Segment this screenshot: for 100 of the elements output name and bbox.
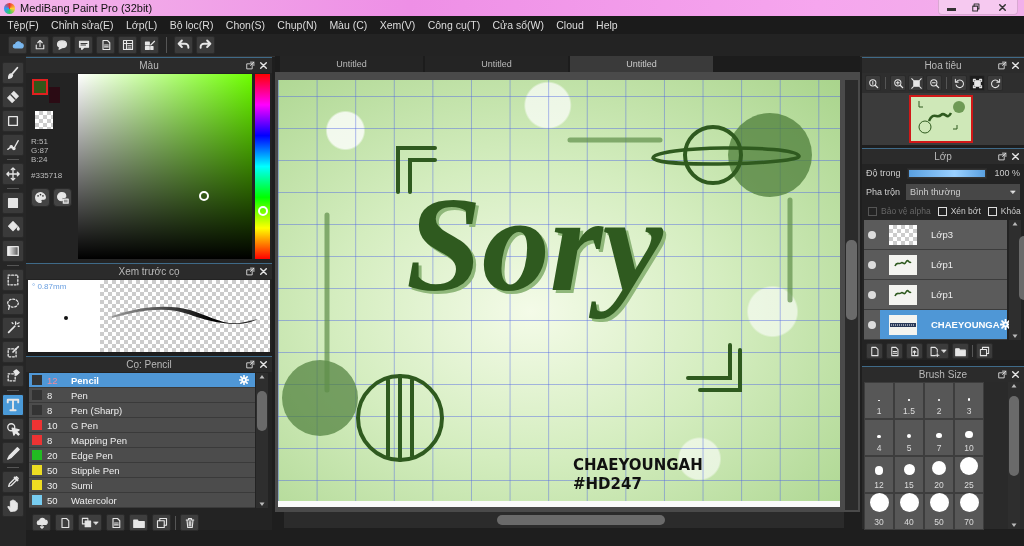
menu-item[interactable]: Lớp(L) (119, 19, 164, 31)
zoom-actual-button[interactable] (865, 75, 881, 91)
fit-window-button[interactable] (908, 75, 924, 91)
color-picker-ring[interactable] (199, 190, 209, 201)
redo-button[interactable] (196, 35, 215, 54)
import-button[interactable] (906, 343, 923, 359)
brush-size-option[interactable]: 5 (894, 419, 924, 456)
close-icon[interactable] (259, 267, 268, 276)
undo-button[interactable] (174, 35, 193, 54)
popout-icon[interactable] (998, 61, 1007, 70)
scrollbar[interactable] (1009, 220, 1021, 340)
brush-button[interactable] (2, 62, 24, 84)
folder-button[interactable] (952, 343, 969, 359)
hand-button[interactable] (2, 495, 24, 517)
brush-size-option[interactable]: 30 (864, 493, 894, 530)
brush-size-option[interactable]: 25 (954, 456, 984, 493)
popout-icon[interactable] (246, 360, 255, 369)
close-icon[interactable] (259, 61, 268, 70)
duplicate-button[interactable] (152, 514, 171, 531)
rotate-right-button[interactable] (987, 75, 1003, 91)
new-document-button[interactable] (886, 343, 903, 359)
scrollbar[interactable] (1008, 382, 1020, 529)
canvas-thumbnail[interactable] (909, 95, 973, 143)
trash-button[interactable] (180, 514, 199, 531)
popout-icon[interactable] (998, 370, 1007, 379)
brush-item[interactable]: 8 Mapping Pen (29, 433, 256, 448)
brush-size-option[interactable]: 20 (924, 456, 954, 493)
gradient-button[interactable] (2, 240, 24, 262)
select-pen-button[interactable] (2, 341, 24, 363)
brush-size-option[interactable]: 4 (864, 419, 894, 456)
palette-button[interactable] (31, 188, 50, 207)
copy-dropdown-button[interactable] (78, 514, 102, 531)
comment-button[interactable] (74, 35, 93, 54)
add-layer-dropdown-button[interactable] (926, 343, 949, 359)
menu-item[interactable]: Chọn(S) (219, 19, 272, 31)
brush-size-option[interactable]: 7 (924, 419, 954, 456)
zoom-in-button[interactable] (890, 75, 906, 91)
menu-item[interactable]: Cloud (550, 19, 590, 31)
menu-item[interactable]: Bộ lọc(R) (163, 19, 220, 31)
rectangle-select-button[interactable] (2, 269, 24, 291)
layer-item[interactable]: Lớp1 (864, 250, 1007, 280)
speech-bubble-button[interactable] (52, 35, 71, 54)
brush-size-option[interactable]: 50 (924, 493, 954, 530)
gear-icon[interactable] (999, 319, 1011, 330)
lasso-button[interactable] (2, 293, 24, 315)
list-button[interactable] (118, 35, 137, 54)
brush-size-option[interactable]: 1 (864, 382, 894, 419)
brush-item[interactable]: 8 Pen (29, 388, 256, 403)
pointer-button[interactable] (2, 418, 24, 440)
new-layer-button[interactable] (866, 343, 883, 359)
magic-wand-button[interactable] (2, 317, 24, 339)
layer-item[interactable]: Lớp1 (864, 280, 1007, 310)
brush-item[interactable]: 30 Sumi (29, 478, 256, 493)
share-button[interactable] (30, 35, 49, 54)
brush-size-option[interactable]: 15 (894, 456, 924, 493)
brush-size-option[interactable]: 40 (894, 493, 924, 530)
menu-item[interactable]: Help (589, 19, 624, 31)
visibility-toggle[interactable] (864, 310, 880, 339)
menu-item[interactable]: Chỉnh sửa(E) (44, 19, 120, 31)
menu-item[interactable]: Cửa sổ(W) (486, 19, 551, 31)
zoom-out-button[interactable] (926, 75, 942, 91)
menu-item[interactable]: Màu (C) (323, 19, 374, 31)
popout-icon[interactable] (246, 267, 255, 276)
blend-mode-dropdown[interactable]: Bình thường (906, 184, 1020, 200)
brush-size-option[interactable]: 12 (864, 456, 894, 493)
new-brush-button[interactable] (55, 514, 74, 531)
square-button[interactable] (2, 110, 24, 132)
popout-icon[interactable] (998, 152, 1007, 161)
background-swatch[interactable] (49, 87, 60, 103)
brush-size-option[interactable]: 1.5 (894, 382, 924, 419)
brush-item[interactable]: 8 Pen (Sharp) (29, 403, 256, 418)
scrollbar-thumb[interactable] (1009, 396, 1019, 476)
menu-item[interactable]: Chụp(N) (271, 19, 324, 31)
scrollbar-thumb[interactable] (846, 240, 857, 320)
close-icon[interactable] (1011, 370, 1020, 379)
saturation-value-field[interactable] (78, 74, 252, 259)
eraser-button[interactable] (2, 86, 24, 108)
cloud-download-button[interactable] (32, 514, 51, 531)
document-tab[interactable]: Untitled (425, 56, 568, 72)
text-tool-button[interactable] (2, 394, 24, 416)
brush-item[interactable]: 50 Watercolor (29, 493, 256, 508)
drawing-canvas[interactable]: Sory CHAEYOUNGAH #HD247 (278, 80, 840, 507)
cloud-button[interactable] (8, 35, 27, 54)
color-set-button[interactable] (53, 188, 72, 207)
filled-square-button[interactable] (2, 192, 24, 214)
pen-button[interactable] (2, 442, 24, 464)
rotate-left-button[interactable] (951, 75, 967, 91)
scrollbar[interactable] (845, 80, 858, 510)
menu-item[interactable]: Xem(V) (373, 19, 422, 31)
paint-bucket-button[interactable] (2, 216, 24, 238)
menu-item[interactable]: Tệp(F) (1, 19, 45, 31)
document-button[interactable] (96, 35, 115, 54)
scrollbar-thumb[interactable] (497, 515, 665, 525)
grid-button[interactable] (140, 35, 159, 54)
document-tab[interactable]: Untitled (280, 56, 423, 72)
close-icon[interactable] (1011, 61, 1020, 70)
layer-item[interactable]: Lớp3 (864, 220, 1007, 250)
brush-size-option[interactable]: 3 (954, 382, 984, 419)
menu-item[interactable]: Công cụ(T) (421, 19, 487, 31)
close-icon[interactable] (259, 360, 268, 369)
